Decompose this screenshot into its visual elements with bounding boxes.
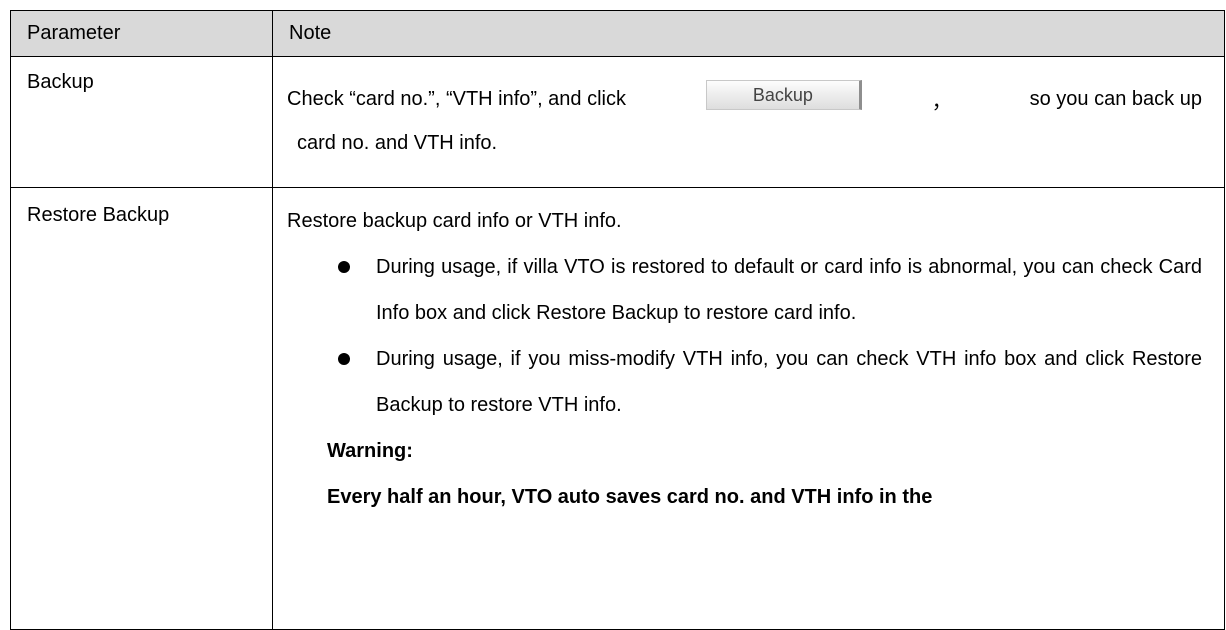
restore-bullet-list: During usage, if villa VTO is restored t… bbox=[287, 244, 1202, 428]
backup-button-image: Backup bbox=[705, 80, 862, 110]
header-note-label: Note bbox=[289, 22, 332, 44]
warning-title: Warning: bbox=[327, 440, 413, 462]
table-row-restore-backup: Restore Backup Restore backup card info … bbox=[10, 187, 1225, 630]
header-parameter: Parameter bbox=[10, 10, 273, 57]
bullet-text: During usage, if villa VTO is restored t… bbox=[376, 256, 1202, 324]
bullet-dot-icon bbox=[338, 261, 350, 273]
table-header-row: Parameter Note bbox=[10, 10, 1225, 57]
cell-note-restore: Restore backup card info or VTH info. Du… bbox=[272, 187, 1225, 630]
parameter-table: Parameter Note Backup Check “card no.”, … bbox=[10, 10, 1225, 630]
backup-note-line: Check “card no.”, “VTH info”, and click … bbox=[287, 77, 1202, 121]
header-parameter-label: Parameter bbox=[27, 22, 121, 44]
backup-note-comma: ， bbox=[931, 90, 952, 113]
cell-note-backup: Check “card no.”, “VTH info”, and click … bbox=[272, 56, 1225, 188]
backup-note-text-before: Check “card no.”, “VTH info”, and click bbox=[287, 87, 626, 110]
header-note: Note bbox=[272, 10, 1225, 57]
parameter-name-restore-backup: Restore Backup bbox=[27, 204, 170, 226]
cell-parameter-restore: Restore Backup bbox=[10, 187, 273, 630]
table-row-backup: Backup Check “card no.”, “VTH info”, and… bbox=[10, 56, 1225, 188]
backup-note-line-2: card no. and VTH info. bbox=[297, 132, 498, 154]
cell-parameter-backup: Backup bbox=[10, 56, 273, 188]
bullet-text: During usage, if you miss-modify VTH inf… bbox=[376, 348, 1202, 416]
restore-intro-text: Restore backup card info or VTH info. bbox=[287, 210, 622, 232]
list-item: During usage, if you miss-modify VTH inf… bbox=[287, 336, 1202, 428]
backup-note-text-after: so you can back up bbox=[1029, 87, 1202, 110]
list-item: During usage, if villa VTO is restored t… bbox=[287, 244, 1202, 336]
bullet-dot-icon bbox=[338, 353, 350, 365]
parameter-name-backup: Backup bbox=[27, 71, 94, 93]
warning-text: Every half an hour, VTO auto saves card … bbox=[327, 486, 933, 508]
